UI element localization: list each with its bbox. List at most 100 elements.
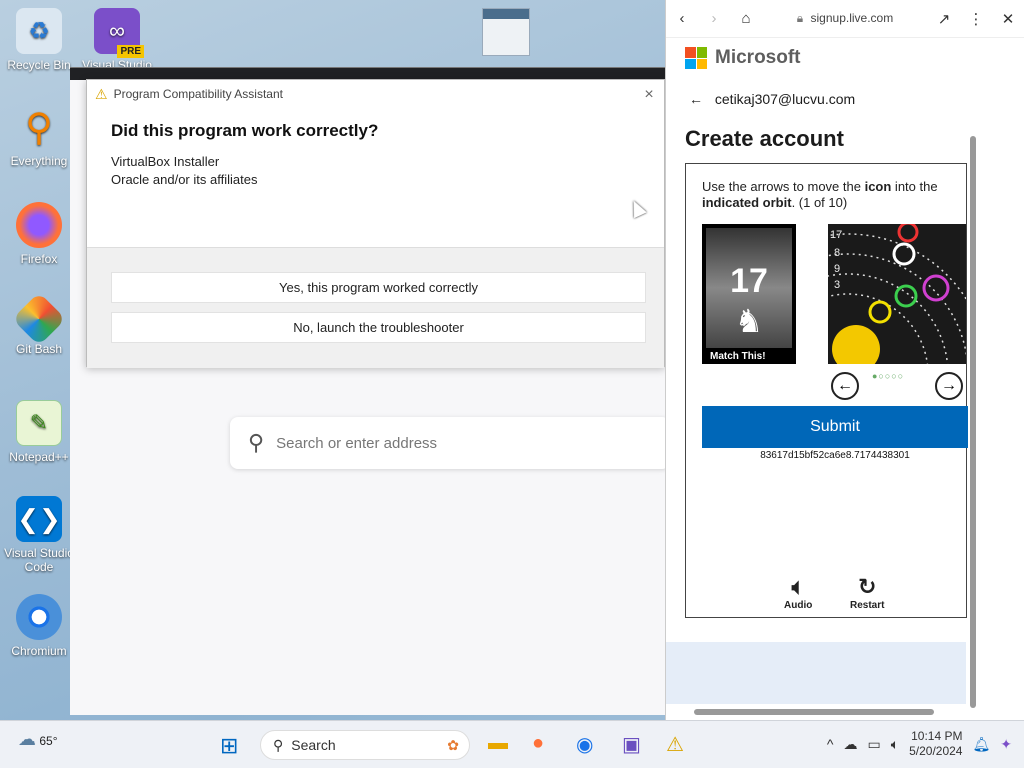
notepad-plus-plus-icon: ✎ — [16, 400, 62, 446]
desktop-icon-everything[interactable]: ⚲ Everything — [4, 104, 74, 169]
instruction-text: . (1 of 10) — [791, 195, 848, 210]
virtualbox-taskbar-icon[interactable]: ▣ — [622, 732, 641, 757]
display-icon[interactable]: ▭ — [867, 736, 880, 753]
progress-dots: ●○○○○ — [872, 371, 905, 381]
vertical-scrollbar[interactable] — [968, 44, 978, 708]
vertical-scroll-thumb[interactable] — [970, 136, 976, 708]
desktop-icon-chromium[interactable]: Chromium — [4, 594, 74, 658]
clock-date: 5/20/2024 — [909, 744, 963, 758]
home-icon[interactable]: ⌂ — [730, 10, 762, 27]
taskbar-search[interactable]: ⚲ Search ✿ — [260, 730, 470, 760]
instruction-bold-icon: icon — [864, 179, 892, 194]
match-target-image: 17 ♞ Match This! — [702, 224, 796, 364]
desktop-icon-recycle-bin[interactable]: ♻ Recycle Bin — [4, 8, 74, 72]
chromium-icon — [16, 594, 62, 640]
open-external-icon[interactable]: ↗ — [928, 10, 960, 28]
program-compatibility-dialog: ⚠ Program Compatibility Assistant × Did … — [86, 79, 665, 368]
installer-window-thumbnail[interactable] — [482, 8, 530, 56]
chromium-taskbar-icon[interactable]: ◉ — [576, 732, 593, 757]
warning-taskbar-icon[interactable]: ⚠ — [666, 732, 684, 757]
file-explorer-icon[interactable]: ▬ — [488, 732, 508, 755]
arrow-right-button[interactable]: → — [935, 372, 963, 400]
dialog-heading: Did this program work correctly? — [111, 121, 379, 140]
more-options-icon[interactable]: ⋮ — [960, 10, 992, 28]
horizontal-scrollbar[interactable] — [670, 704, 970, 720]
clock[interactable]: 10:14 PM 5/20/2024 — [909, 729, 962, 759]
signup-browser-panel: ‹ › ⌂ 🔒︎ signup.live.com ↗ ⋮ ✕ Microsoft… — [665, 0, 1024, 720]
magnifier-icon: ⚲ — [25, 106, 53, 149]
program-publisher: Oracle and/or its affiliates — [111, 172, 258, 187]
desktop-icon-label: Recycle Bin — [7, 58, 71, 72]
restart-icon: ↻ — [858, 574, 877, 599]
horizontal-scroll-thumb[interactable] — [694, 709, 934, 715]
back-icon[interactable]: ‹ — [666, 10, 698, 27]
submit-button[interactable]: Submit — [702, 406, 968, 448]
taskbar-search-label: Search — [291, 737, 336, 753]
svg-text:9: 9 — [834, 263, 840, 275]
visual-studio-icon: ∞ PRE — [94, 8, 144, 58]
recycle-bin-icon: ♻ — [16, 8, 62, 54]
copilot-icon[interactable]: ✦ — [1000, 736, 1012, 753]
desktop-icon-vscode[interactable]: ❮❯ Visual Studio Code — [4, 496, 74, 574]
arrow-left-icon: ← — [689, 91, 703, 107]
desktop-icon-git-bash[interactable]: Git Bash — [4, 292, 74, 356]
forward-icon[interactable]: › — [698, 10, 730, 27]
arrow-left-icon: ← — [837, 377, 853, 394]
search-icon: ⚲ — [248, 430, 265, 455]
panel-toolbar: ‹ › ⌂ 🔒︎ signup.live.com ↗ ⋮ ✕ — [666, 0, 1024, 38]
close-panel-icon[interactable]: ✕ — [992, 10, 1024, 28]
address-search-box[interactable]: ⚲ Search or enter address — [230, 417, 670, 469]
clock-time: 10:14 PM — [911, 729, 963, 743]
desktop-icon-label: Everything — [10, 154, 68, 168]
program-info: VirtualBox Installer Oracle and/or its a… — [111, 153, 664, 189]
page-title: Create account — [685, 126, 844, 151]
account-back-link[interactable]: ← cetikaj307@lucvu.com — [689, 91, 855, 107]
launch-troubleshooter-button[interactable]: No, launch the troubleshooter — [111, 312, 646, 343]
url-text: signup.live.com — [810, 11, 894, 25]
weather-widget[interactable]: ☁ 65° — [18, 729, 58, 750]
start-button-icon[interactable]: ⊞ — [220, 733, 238, 759]
svg-text:3: 3 — [834, 279, 840, 291]
match-caption: Match This! — [710, 351, 766, 362]
vscode-icon: ❮❯ — [16, 496, 62, 542]
audio-button[interactable]: 🔈︎ Audio — [784, 574, 812, 611]
audio-label: Audio — [784, 600, 813, 611]
instruction-bold-orbit: indicated orbit — [702, 195, 792, 210]
captcha-frame: Use the arrows to move the icon into the… — [685, 163, 968, 618]
network-icon[interactable]: ☁ — [843, 736, 857, 753]
svg-text:17: 17 — [830, 229, 842, 241]
pre-badge: PRE — [117, 45, 144, 58]
installer-thumb-header — [483, 9, 529, 19]
volume-icon[interactable]: 🔈︎ — [891, 736, 899, 753]
desktop-icon-visual-studio[interactable]: ∞ PRE Visual Studio — [82, 8, 152, 72]
notification-bell-icon[interactable]: 🔔︎ — [972, 736, 990, 753]
instruction-text: into the — [891, 179, 938, 194]
close-button[interactable]: × — [638, 84, 660, 106]
desktop-icon-label: Visual Studio Code — [4, 546, 74, 574]
restart-button[interactable]: ↻ Restart — [850, 574, 884, 611]
search-highlight-icon: ✿ — [447, 736, 459, 753]
firefox-taskbar-icon[interactable]: ● — [532, 732, 544, 755]
chevron-up-icon[interactable]: ^ — [827, 736, 834, 752]
dialog-options-area: Yes, this program worked correctly No, l… — [87, 247, 664, 368]
desktop-icon-label: Firefox — [20, 252, 58, 266]
captcha-instruction: Use the arrows to move the icon into the… — [702, 179, 962, 211]
git-bash-icon — [12, 292, 66, 346]
desktop-icon-firefox[interactable]: Firefox — [4, 202, 74, 266]
weather-temp: 65° — [39, 734, 58, 748]
desktop-icon-label: Notepad++ — [9, 450, 69, 464]
microsoft-logo-icon — [685, 47, 707, 69]
url-display[interactable]: 🔒︎ signup.live.com — [762, 11, 928, 26]
desktop-icon-notepad-plus-plus[interactable]: ✎ Notepad++ — [4, 400, 74, 464]
arrow-left-button[interactable]: ← — [831, 372, 859, 400]
weather-cloud-icon: ☁ — [18, 729, 36, 749]
system-tray: ^ ☁ ▭ 🔈︎ 10:14 PM 5/20/2024 🔔︎ ✦ — [827, 729, 1012, 759]
restart-label: Restart — [850, 600, 885, 611]
orbit-puzzle-image: 17 8 9 3 — [828, 224, 966, 364]
speaker-icon: 🔈︎ — [791, 574, 805, 599]
account-email: cetikaj307@lucvu.com — [714, 91, 856, 107]
microsoft-logo: Microsoft — [685, 47, 801, 69]
dialog-title: Program Compatibility Assistant — [113, 87, 283, 101]
worked-correctly-button[interactable]: Yes, this program worked correctly — [111, 272, 646, 303]
search-icon: ⚲ — [273, 736, 284, 753]
